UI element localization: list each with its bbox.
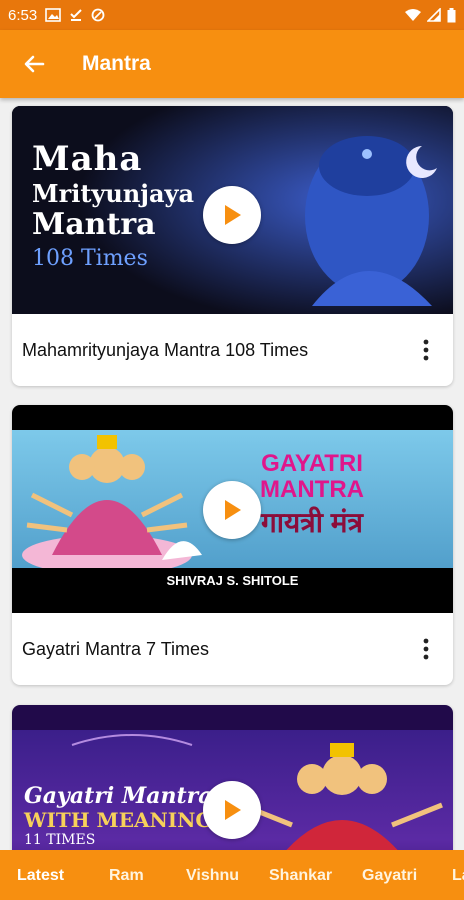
wifi-icon [405,8,421,21]
status-bar: 6:53 [0,0,464,30]
video-card[interactable]: Gayatri Mantra WITH MEANING 11 TIMES [12,705,453,850]
tab-shankar[interactable]: Shankar [269,867,332,885]
video-card[interactable]: GAYATRI MANTRA गायत्री मंत्र SHIVRAJ S. … [12,405,453,685]
more-vert-icon [423,339,429,361]
status-time: 6:53 [8,6,38,24]
play-icon [225,800,241,820]
video-title[interactable]: Mahamrityunjaya Mantra 108 Times [22,340,411,361]
tab-ram[interactable]: Ram [109,867,144,885]
thumbnail-credit: SHIVRAJ S. SHITOLE [12,568,453,593]
category-tabs: Latest Ram Vishnu Shankar Gayatri La [0,850,464,900]
more-options-button[interactable] [411,330,441,370]
thumbnail-caption: Maha Mrityunjaya Mantra 108 Times [32,139,194,271]
video-thumbnail[interactable]: GAYATRI MANTRA गायत्री मंत्र SHIVRAJ S. … [12,405,453,613]
video-thumbnail[interactable]: Gayatri Mantra WITH MEANING 11 TIMES [12,705,453,850]
play-button[interactable] [203,481,261,539]
tab-gayatri[interactable]: Gayatri [362,867,417,885]
more-vert-icon [423,638,429,660]
download-done-icon [70,9,82,21]
back-button[interactable] [6,36,62,92]
card-footer: Mahamrityunjaya Mantra 108 Times [12,314,453,386]
thumbnail-caption: Gayatri Mantra WITH MEANING 11 TIMES [24,783,213,849]
play-icon [225,205,241,225]
signal-icon [427,8,441,22]
play-button[interactable] [203,186,261,244]
video-thumbnail[interactable]: Maha Mrityunjaya Mantra 108 Times [12,106,453,314]
page-title: Mantra [82,52,151,75]
data-saver-icon [91,8,105,22]
video-title[interactable]: Gayatri Mantra 7 Times [22,639,411,660]
gallery-icon [45,8,62,22]
app-bar: Mantra [0,30,464,98]
play-button[interactable] [203,781,261,839]
arrow-back-icon [24,55,45,73]
play-icon [225,500,241,520]
tab-latest[interactable]: Latest [17,867,64,885]
battery-icon [447,7,456,22]
tab-partial[interactable]: La [452,867,464,885]
tab-vishnu[interactable]: Vishnu [186,867,239,885]
more-options-button[interactable] [411,629,441,669]
card-footer: Gayatri Mantra 7 Times [12,613,453,685]
video-card[interactable]: Maha Mrityunjaya Mantra 108 Times Mahamr… [12,106,453,386]
video-list[interactable]: Maha Mrityunjaya Mantra 108 Times Mahamr… [0,98,464,850]
